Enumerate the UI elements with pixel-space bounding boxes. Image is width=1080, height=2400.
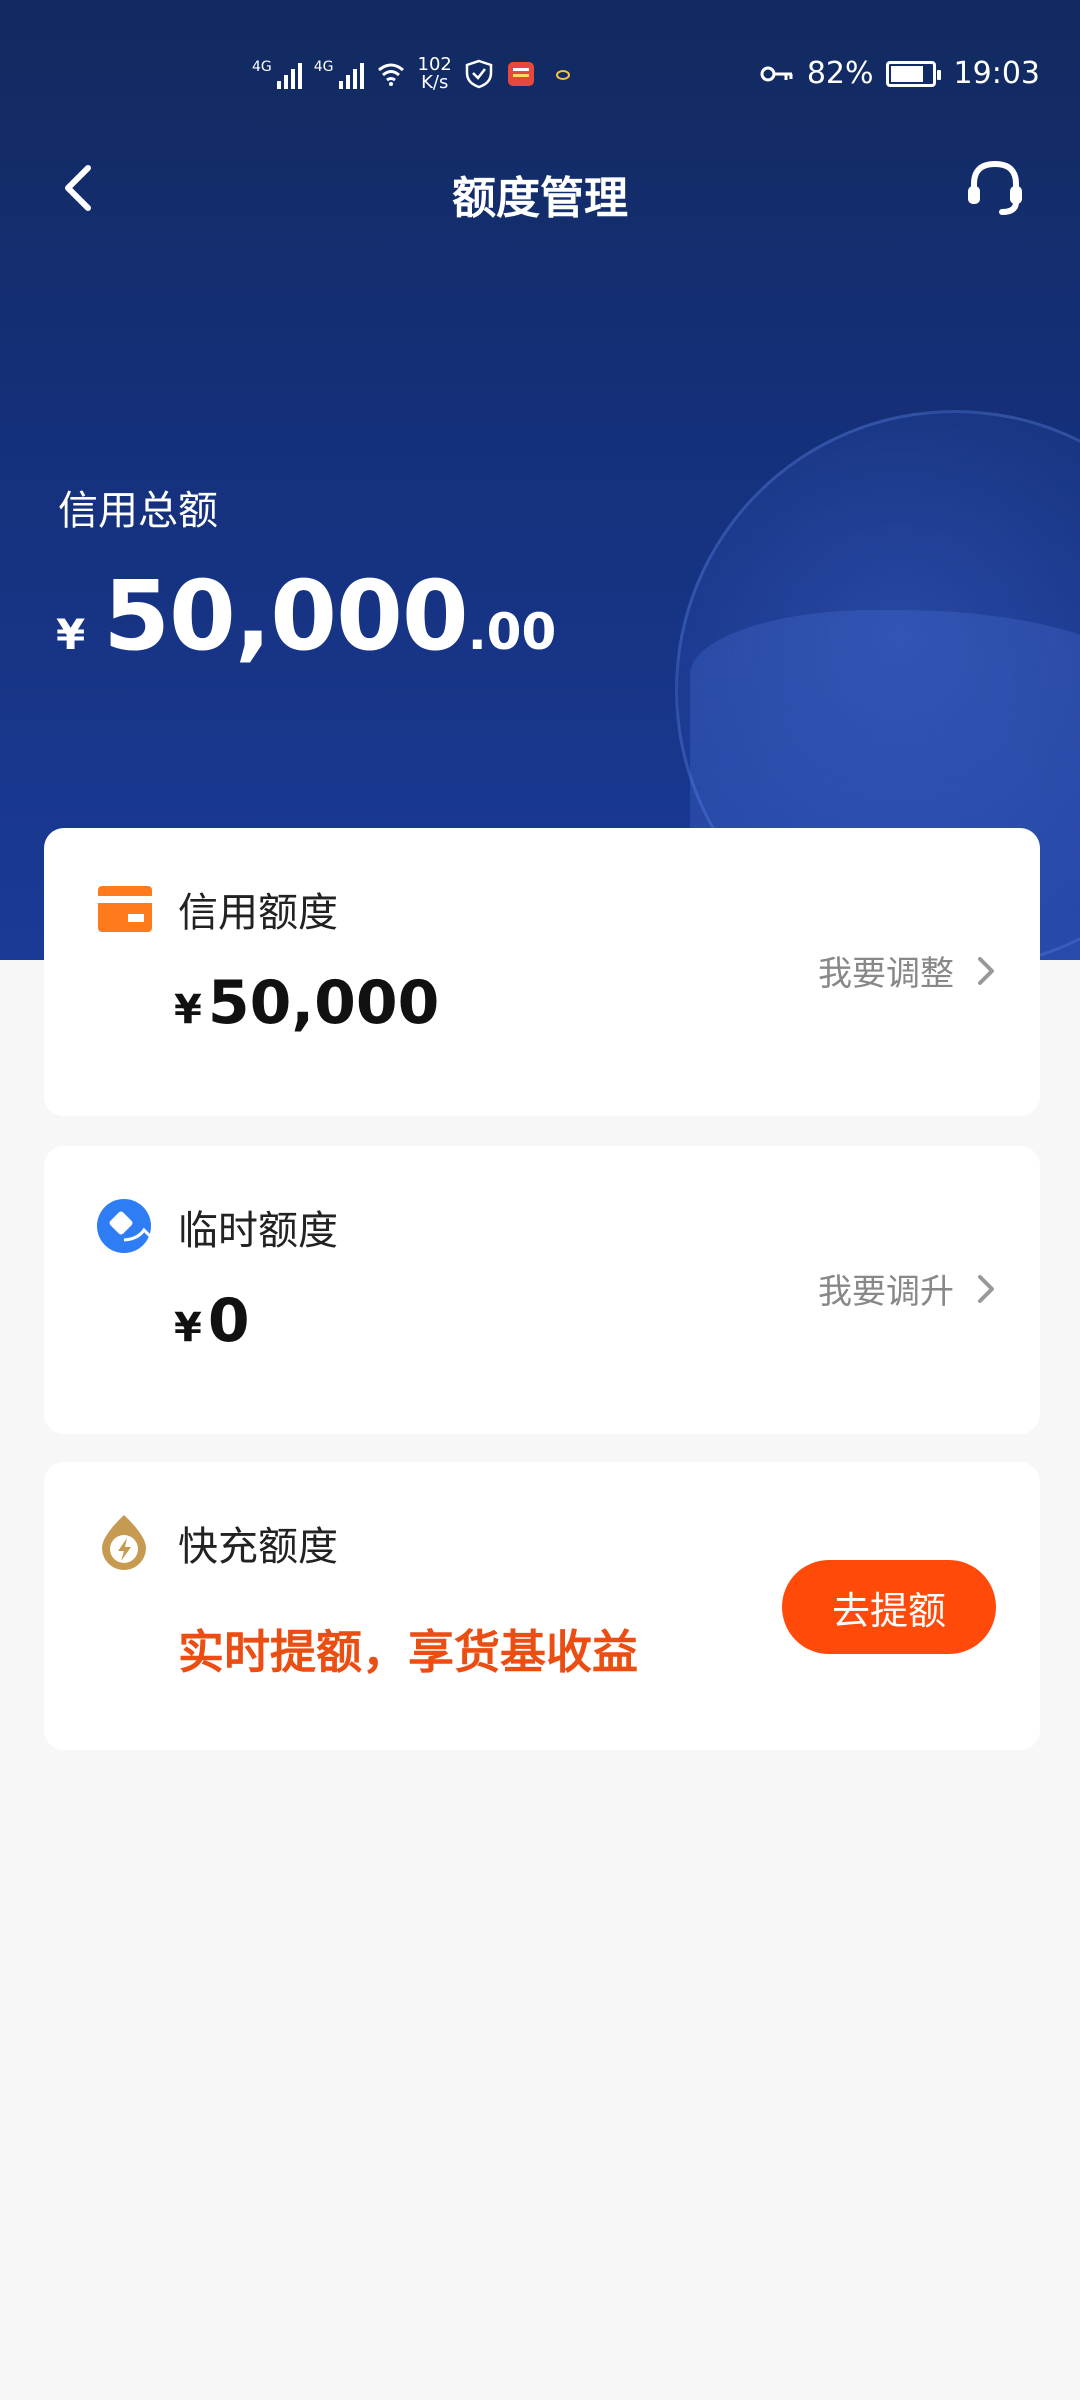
temporary-limit-title: 临时额度 xyxy=(178,1208,338,1254)
signal-label: 4G xyxy=(252,59,272,75)
credit-limit-card: 信用额度 ¥ 50,000 我要调整 xyxy=(44,828,1040,1116)
credit-limit-title: 信用额度 xyxy=(178,890,338,936)
temp-credit-icon xyxy=(97,1199,152,1253)
shield-icon xyxy=(465,59,493,89)
clock: 19:03 xyxy=(953,56,1040,91)
status-left: 4G 4G 102 K/s xyxy=(252,56,578,92)
screen: 4G 4G 102 K/s 82% 19:03 额度管理 信用总额 ¥ 50,0… xyxy=(0,0,1080,2400)
total-credit-amount: ¥ 50,000 .00 xyxy=(56,560,556,672)
cellular-signal-icon: 4G xyxy=(314,59,364,89)
battery-icon xyxy=(885,60,941,87)
quick-charge-title: 快充额度 xyxy=(178,1524,338,1570)
app-notification-icon xyxy=(507,62,534,86)
total-amount-decimal: .00 xyxy=(467,603,557,661)
adjust-credit-link[interactable]: 我要调整 xyxy=(818,946,1000,995)
status-right: 82% 19:03 xyxy=(759,56,1040,91)
currency-symbol: ¥ xyxy=(56,610,86,659)
headset-icon[interactable] xyxy=(960,152,1030,222)
battery-fill xyxy=(890,65,924,82)
wifi-icon xyxy=(377,63,404,86)
raise-limit-button[interactable]: 去提额 xyxy=(782,1560,996,1654)
chevron-right-icon xyxy=(978,956,994,985)
quick-charge-promo: 实时提额，享货基收益 xyxy=(178,1625,638,1679)
key-icon xyxy=(760,66,793,81)
card-icon xyxy=(98,886,152,932)
raise-temp-limit-label: 我要调升 xyxy=(818,1272,954,1312)
credit-limit-value: ¥ 50,000 xyxy=(174,968,439,1038)
cellular-signal-icon: 4G xyxy=(252,59,302,89)
temporary-limit-card: 临时额度 ¥ 0 我要调升 xyxy=(44,1146,1040,1434)
temporary-limit-amount: 0 xyxy=(207,1286,250,1356)
page-title: 额度管理 xyxy=(452,173,628,224)
nav-bar: 额度管理 xyxy=(0,140,1080,240)
lightning-drop-icon xyxy=(102,1515,146,1570)
net-speed-unit: K/s xyxy=(421,72,449,93)
status-bar: 4G 4G 102 K/s 82% 19:03 xyxy=(0,44,1080,114)
raise-temp-limit-link[interactable]: 我要调升 xyxy=(818,1264,1000,1313)
currency-symbol: ¥ xyxy=(174,987,202,1033)
total-amount-integer: 50,000 xyxy=(103,560,468,672)
currency-symbol: ¥ xyxy=(174,1305,202,1351)
battery-percent: 82% xyxy=(806,56,874,91)
small-notification-icon xyxy=(555,70,570,80)
chevron-right-icon xyxy=(978,1274,994,1303)
temporary-limit-value: ¥ 0 xyxy=(174,1286,250,1356)
signal-label: 4G xyxy=(313,59,334,75)
credit-limit-amount: 50,000 xyxy=(207,968,440,1038)
net-speed: 102 K/s xyxy=(418,56,452,92)
total-credit-label: 信用总额 xyxy=(58,488,218,534)
quick-charge-card: 快充额度 实时提额，享货基收益 去提额 xyxy=(44,1462,1040,1750)
adjust-credit-label: 我要调整 xyxy=(818,954,954,994)
